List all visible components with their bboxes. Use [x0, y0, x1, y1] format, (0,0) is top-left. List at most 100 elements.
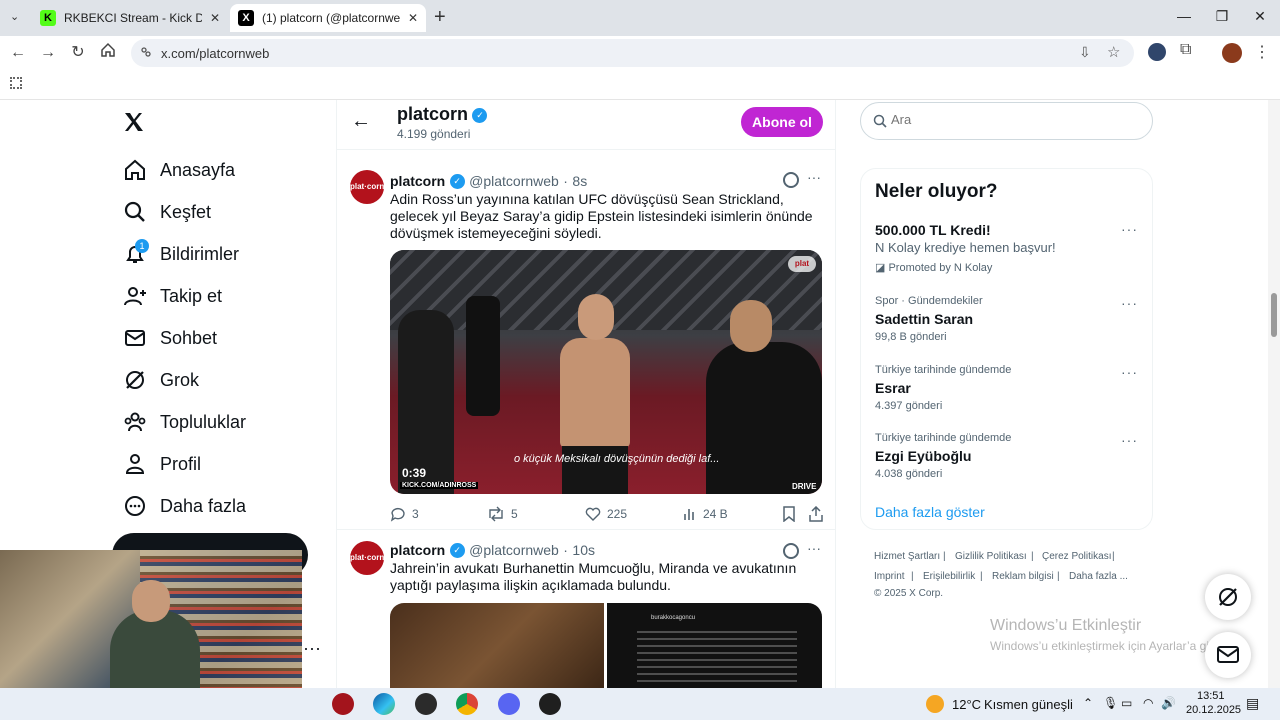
footer-link-privacy[interactable]: Gizlilik Politikası: [955, 551, 1027, 562]
messages-float-button[interactable]: [1205, 632, 1251, 678]
weather-desc[interactable]: Kısmen güneşli: [984, 697, 1073, 712]
bookmark-star-icon[interactable]: ☆: [1107, 43, 1120, 61]
tweet[interactable]: plat·corn platcorn ✓ @platcornweb · 8s ·…: [337, 162, 835, 530]
nav-grok[interactable]: Grok: [112, 360, 199, 400]
grok-icon[interactable]: [783, 543, 799, 559]
nav-notifications[interactable]: Bildirimler: [112, 234, 239, 274]
avatar[interactable]: plat·corn: [350, 541, 384, 575]
trend-item[interactable]: Spor · Gündemdekiler Sadettin Saran 99,8…: [861, 293, 1152, 349]
app-icon-red[interactable]: [332, 693, 354, 715]
trend-more-icon[interactable]: ···: [1121, 364, 1138, 380]
search-input[interactable]: [891, 112, 1131, 127]
trend-more-icon[interactable]: ···: [1121, 295, 1138, 311]
tweet-more-icon[interactable]: ···: [807, 169, 821, 185]
tweet-more-icon[interactable]: ···: [807, 540, 821, 556]
forward-button[interactable]: →: [37, 42, 59, 64]
nav-communities[interactable]: Topluluklar: [112, 402, 246, 442]
grok-float-button[interactable]: [1205, 574, 1251, 620]
mic-icon[interactable]: 🎙: [1103, 696, 1118, 710]
tweet-image-right[interactable]: burakkocagoncu: [607, 603, 822, 688]
trend-item[interactable]: Türkiye tarihinde gündemde Esrar 4.397 g…: [861, 362, 1152, 418]
edge-icon[interactable]: [373, 693, 395, 715]
wifi-icon[interactable]: ◠: [1143, 696, 1153, 710]
clock-time[interactable]: 13:51: [1197, 690, 1225, 702]
weather-icon[interactable]: [926, 695, 944, 713]
tab-search-icon[interactable]: ⌄: [10, 10, 26, 26]
tweet-handle[interactable]: @platcornweb: [469, 542, 559, 558]
close-tab-icon[interactable]: ✕: [210, 11, 220, 25]
bookmark-button[interactable]: [782, 506, 802, 522]
trend-more-icon[interactable]: ···: [1121, 432, 1138, 448]
trend-more-icon[interactable]: ···: [1121, 221, 1138, 237]
tweet-author-name[interactable]: platcorn: [390, 542, 445, 558]
clock-date[interactable]: 20.12.2025: [1186, 704, 1241, 716]
volume-icon[interactable]: 🔊: [1161, 696, 1176, 710]
tweet-time[interactable]: 10s: [572, 542, 595, 558]
nav-explore[interactable]: Keşfet: [112, 192, 211, 232]
tweet-video[interactable]: plat o küçük Meksikalı dövüşçünün dediği…: [390, 250, 822, 494]
share-button[interactable]: [808, 506, 830, 522]
trend-item[interactable]: 500.000 TL Kredi! N Kolay krediye hemen …: [861, 219, 1152, 279]
maximize-button[interactable]: ❐: [1202, 8, 1242, 25]
apps-grid-icon[interactable]: [10, 77, 22, 89]
menu-icon[interactable]: ⋮: [1254, 42, 1270, 62]
reload-button[interactable]: ↻: [67, 42, 89, 64]
nav-home[interactable]: Anasayfa: [112, 150, 235, 190]
verified-badge-icon: ✓: [472, 108, 488, 124]
grok-icon[interactable]: [783, 172, 799, 188]
search-box[interactable]: [860, 102, 1153, 140]
footer-link-more[interactable]: Daha fazla ...: [1069, 571, 1128, 582]
tab-platcorn[interactable]: X (1) platcorn (@platcornweb) / X ✕: [230, 4, 426, 32]
repost-button[interactable]: 5: [487, 506, 518, 522]
x-logo-icon[interactable]: [122, 110, 148, 136]
trend-title: Esrar: [875, 380, 911, 396]
tweet-handle[interactable]: @platcornweb: [469, 173, 559, 189]
like-button[interactable]: 225: [585, 506, 627, 522]
footer-link-accessibility[interactable]: Erişilebilirlik: [923, 571, 975, 582]
x-page: Anasayfa Keşfet Bildirimler 1 Takip et S…: [0, 100, 1268, 688]
install-app-icon[interactable]: ⇩: [1079, 44, 1091, 61]
footer-link-cookies[interactable]: Çerez Politikası: [1042, 551, 1111, 562]
battery-icon[interactable]: ▭: [1121, 696, 1132, 710]
tray-chevron-icon[interactable]: ⌃: [1083, 696, 1093, 710]
show-more-link[interactable]: Daha fazla göster: [875, 504, 985, 520]
tab-kick-dashboard[interactable]: K RKBEKCI Stream - Kick Dashboard ✕: [32, 4, 228, 32]
avatar[interactable]: [1222, 43, 1242, 63]
app-icon-dark[interactable]: [415, 693, 437, 715]
views-button[interactable]: 24 B: [683, 506, 728, 522]
footer-link-ads[interactable]: Reklam bilgisi: [992, 571, 1054, 582]
tweet[interactable]: plat·corn platcorn ✓ @platcornweb · 10s …: [337, 531, 835, 688]
nav-chat[interactable]: Sohbet: [112, 318, 217, 358]
tweet-author-name[interactable]: platcorn: [390, 173, 445, 189]
reply-button[interactable]: 3: [390, 506, 419, 522]
nav-follow[interactable]: Takip et: [112, 276, 222, 316]
back-arrow-icon[interactable]: ←: [351, 110, 371, 133]
nav-profile[interactable]: Profil: [112, 444, 201, 484]
minimize-button[interactable]: —: [1164, 8, 1204, 24]
obs-icon[interactable]: [539, 693, 561, 715]
account-more-icon[interactable]: ···: [303, 638, 321, 659]
footer-link-terms[interactable]: Hizmet Şartları: [874, 551, 940, 562]
page-scrollbar[interactable]: [1268, 100, 1280, 688]
trend-item[interactable]: Türkiye tarihinde gündemde Ezgi Eyüboğlu…: [861, 430, 1152, 486]
footer-link-imprint[interactable]: Imprint: [874, 571, 905, 582]
notification-center-icon[interactable]: ▤: [1246, 695, 1259, 712]
weather-temp[interactable]: 12°C: [952, 697, 981, 712]
close-tab-icon[interactable]: ✕: [408, 11, 418, 25]
discord-icon[interactable]: [498, 693, 520, 715]
tweet-time[interactable]: 8s: [572, 173, 587, 189]
chrome-icon[interactable]: [456, 693, 478, 715]
new-tab-button[interactable]: +: [434, 6, 446, 29]
puzzle-icon[interactable]: ⧉: [1180, 41, 1191, 59]
address-bar[interactable]: x.com/platcornweb ⇩ ☆: [131, 39, 1134, 67]
nav-more[interactable]: Daha fazla: [112, 486, 246, 526]
tweet-image-left[interactable]: [390, 603, 604, 688]
home-button[interactable]: [97, 42, 119, 64]
scrollbar-thumb[interactable]: [1271, 293, 1277, 337]
extension-icon[interactable]: [1148, 43, 1166, 61]
close-window-button[interactable]: ✕: [1240, 8, 1280, 25]
back-button[interactable]: ←: [7, 42, 29, 64]
subscribe-button[interactable]: Abone ol: [741, 107, 823, 137]
avatar[interactable]: plat·corn: [350, 170, 384, 204]
site-info-icon[interactable]: [140, 46, 152, 58]
